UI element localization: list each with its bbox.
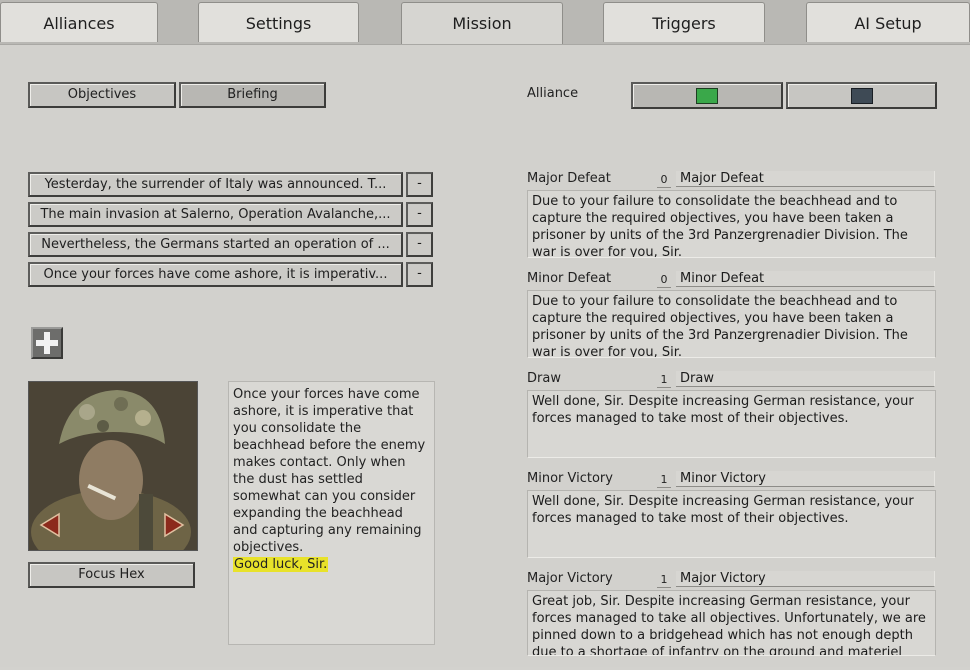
tab-alliances[interactable]: Alliances (0, 2, 158, 42)
previous-portrait-arrow-icon[interactable] (37, 510, 61, 540)
plus-icon (36, 332, 58, 354)
outcome-label-major-defeat: Major Defeat (527, 171, 611, 186)
focus-hex-button[interactable]: Focus Hex (28, 562, 195, 588)
commander-portrait (28, 381, 198, 551)
objectives-button[interactable]: Objectives (28, 82, 176, 108)
briefing-line-2[interactable]: The main invasion at Salerno, Operation … (28, 202, 403, 227)
outcome-title-major-defeat[interactable]: Major Defeat (676, 171, 935, 187)
briefing-button[interactable]: Briefing (179, 82, 326, 108)
alliance-allied-button[interactable] (631, 82, 783, 109)
outcome-label-draw: Draw (527, 371, 561, 386)
outcome-value-major-victory[interactable]: 1 (657, 572, 671, 588)
remove-line-3-button[interactable]: - (406, 232, 433, 257)
briefing-text: Once your forces have come ashore, it is… (233, 387, 426, 555)
outcome-value-major-defeat[interactable]: 0 (657, 172, 671, 188)
briefing-line-3[interactable]: Nevertheless, the Germans started an ope… (28, 232, 403, 257)
outcome-title-major-victory[interactable]: Major Victory (676, 571, 935, 587)
tab-triggers[interactable]: Triggers (603, 2, 765, 42)
remove-line-1-button[interactable]: - (406, 172, 433, 197)
alliance-axis-button[interactable] (786, 82, 937, 109)
remove-line-4-button[interactable]: - (406, 262, 433, 287)
outcome-value-minor-defeat[interactable]: 0 (657, 272, 671, 288)
outcome-text-draw[interactable]: Well done, Sir. Despite increasing Germa… (527, 390, 936, 458)
alliance-green-swatch (696, 88, 718, 104)
outcome-title-minor-victory[interactable]: Minor Victory (676, 471, 935, 487)
outcome-value-draw[interactable]: 1 (657, 372, 671, 388)
outcome-text-minor-defeat[interactable]: Due to your failure to consolidate the b… (527, 290, 936, 358)
briefing-highlight-text: Good luck, Sir. (233, 557, 329, 572)
remove-line-2-button[interactable]: - (406, 202, 433, 227)
outcome-label-major-victory: Major Victory (527, 571, 613, 586)
tab-mission[interactable]: Mission (401, 2, 563, 46)
briefing-line-1[interactable]: Yesterday, the surrender of Italy was an… (28, 172, 403, 197)
outcome-text-major-defeat[interactable]: Due to your failure to consolidate the b… (527, 190, 936, 258)
alliance-label: Alliance (527, 86, 579, 101)
outcome-value-minor-victory[interactable]: 1 (657, 472, 671, 488)
briefing-text-area[interactable]: Once your forces have come ashore, it is… (228, 381, 435, 645)
outcome-text-major-victory[interactable]: Great job, Sir. Despite increasing Germa… (527, 590, 936, 656)
tab-settings[interactable]: Settings (198, 2, 359, 42)
outcome-title-draw[interactable]: Draw (676, 371, 935, 387)
outcome-text-minor-victory[interactable]: Well done, Sir. Despite increasing Germa… (527, 490, 936, 558)
outcome-label-minor-victory: Minor Victory (527, 471, 613, 486)
tab-ai-setup[interactable]: AI Setup (806, 2, 970, 42)
alliance-grey-swatch (850, 88, 873, 104)
briefing-line-4[interactable]: Once your forces have come ashore, it is… (28, 262, 403, 287)
outcome-label-minor-defeat: Minor Defeat (527, 271, 612, 286)
outcome-title-minor-defeat[interactable]: Minor Defeat (676, 271, 935, 287)
next-portrait-arrow-icon[interactable] (163, 510, 187, 540)
add-line-button[interactable] (31, 327, 63, 359)
